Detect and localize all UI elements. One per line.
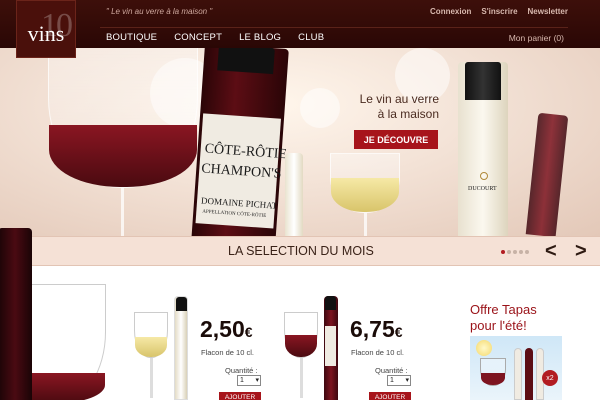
vial-image <box>514 348 522 400</box>
carousel-dot[interactable] <box>513 250 517 254</box>
quantity-select[interactable]: 1 <box>387 375 411 386</box>
quantity-label: Quantité : <box>225 366 258 375</box>
crest-icon <box>480 172 488 180</box>
glass-stem <box>150 358 153 398</box>
products-row: 2,50€ Flacon de 10 cl. Quantité : 1 AJOU… <box>0 266 600 400</box>
red-wine-glass-image <box>480 358 506 386</box>
site-header: " Le vin au verre à la maison " Connexio… <box>0 0 600 48</box>
discover-button[interactable]: JE DÉCOUVRE <box>354 130 438 149</box>
header-divider <box>100 27 568 28</box>
add-to-cart-button[interactable]: AJOUTER <box>369 392 411 400</box>
product-price: 6,75€ <box>350 316 403 343</box>
hero-heading: Le vin au verre à la maison <box>354 92 439 122</box>
quantity-badge: x2 <box>542 370 558 386</box>
glass-stem <box>364 213 367 236</box>
bottle-label-text: APPELLATION CÔTE-RÔTIE <box>202 209 267 219</box>
register-link[interactable]: S'inscrire <box>481 7 517 16</box>
nav-item-concept[interactable]: CONCEPT <box>174 32 222 43</box>
white-wine <box>331 178 399 212</box>
bottle-label: CÔTE-RÔTIE CHAMPON'S DOMAINE PICHAT APPE… <box>195 113 287 229</box>
page: " Le vin au verre à la maison " Connexio… <box>0 0 600 400</box>
nav-item-boutique[interactable]: BOUTIQUE <box>106 32 157 43</box>
wine-glass-image <box>48 48 198 188</box>
bottle-label <box>325 326 336 366</box>
cote-rotie-bottle-image: CÔTE-RÔTIE CHAMPON'S DOMAINE PICHAT APPE… <box>191 48 289 236</box>
hero-heading-line: à la maison <box>377 107 439 121</box>
tagline: " Le vin au verre à la maison " <box>106 7 213 16</box>
price-value: 2,50 <box>200 316 245 342</box>
next-arrow-icon[interactable]: > <box>575 240 587 263</box>
nav-item-club[interactable]: CLUB <box>298 32 324 43</box>
nav-item-blog[interactable]: LE BLOG <box>239 32 281 43</box>
carousel-dot[interactable] <box>501 250 505 254</box>
white-wine-glass-image <box>134 312 168 358</box>
red-wine <box>285 335 317 357</box>
section-title: LA SELECTION DU MOIS <box>228 244 374 258</box>
selection-band: LA SELECTION DU MOIS < > <box>0 236 600 266</box>
white-wine-vial-image[interactable] <box>174 296 188 400</box>
carousel-dots <box>501 250 529 254</box>
price-value: 6,75 <box>350 316 395 342</box>
prev-arrow-icon[interactable]: < <box>545 240 557 263</box>
promo-title-line: pour l'été! <box>470 318 527 333</box>
white-wine-glass-image <box>330 153 400 213</box>
hero-banner[interactable]: CÔTE-RÔTIE CHAMPON'S DOMAINE PICHAT APPE… <box>0 48 600 236</box>
product-format: Flacon de 10 cl. <box>201 348 254 357</box>
sun-icon <box>476 340 492 356</box>
price-currency: € <box>394 324 403 340</box>
main-nav: BOUTIQUE CONCEPT LE BLOG CLUB <box>106 32 324 43</box>
glass-stem <box>300 358 303 398</box>
bottle-cap <box>465 62 501 100</box>
carousel-dot[interactable] <box>525 250 529 254</box>
bottle-label-text: CHAMPON'S <box>200 161 282 182</box>
white-wine <box>135 337 167 357</box>
bottle-cap <box>176 297 187 311</box>
red-bottle-image <box>525 112 569 236</box>
red-wine-vial-image[interactable] <box>324 296 338 400</box>
price-currency: € <box>244 324 253 340</box>
hero-heading-line: Le vin au verre <box>359 92 439 106</box>
glass-stem <box>121 188 124 236</box>
logo-text: vins <box>27 21 65 46</box>
carousel-dot[interactable] <box>519 250 523 254</box>
account-links: Connexion S'inscrire Newsletter <box>430 7 568 16</box>
site-logo[interactable]: 10 vins <box>16 0 76 58</box>
product-format: Flacon de 10 cl. <box>351 348 404 357</box>
promo-image[interactable]: x2 <box>470 336 562 400</box>
white-wine-bottle-image <box>285 153 303 236</box>
bottle-cap <box>325 296 336 310</box>
bottle-label-text: DUCOURT <box>468 186 497 192</box>
ducourt-bottle-image: DUCOURT <box>458 62 508 236</box>
bottle-label-text: DOMAINE PICHAT <box>200 195 278 211</box>
quantity-label: Quantité : <box>375 366 408 375</box>
bokeh-light <box>300 88 340 128</box>
vial-image <box>525 348 533 400</box>
bottle-cap <box>217 48 275 75</box>
red-wine-glass-image <box>284 312 318 358</box>
promo-title[interactable]: Offre Tapas pour l'été! <box>470 302 570 334</box>
red-wine <box>49 125 197 187</box>
product-price: 2,50€ <box>200 316 253 343</box>
promo-title-line: Offre Tapas <box>470 302 537 317</box>
carousel-dot[interactable] <box>507 250 511 254</box>
cart-link[interactable]: Mon panier (0) <box>509 33 564 43</box>
login-link[interactable]: Connexion <box>430 7 471 16</box>
red-wine <box>481 373 505 385</box>
newsletter-link[interactable]: Newsletter <box>528 7 568 16</box>
quantity-select[interactable]: 1 <box>237 375 261 386</box>
bottle-label-text: CÔTE-RÔTIE <box>204 141 288 163</box>
add-to-cart-button[interactable]: AJOUTER <box>219 392 261 400</box>
side-bottle-image <box>0 228 32 400</box>
